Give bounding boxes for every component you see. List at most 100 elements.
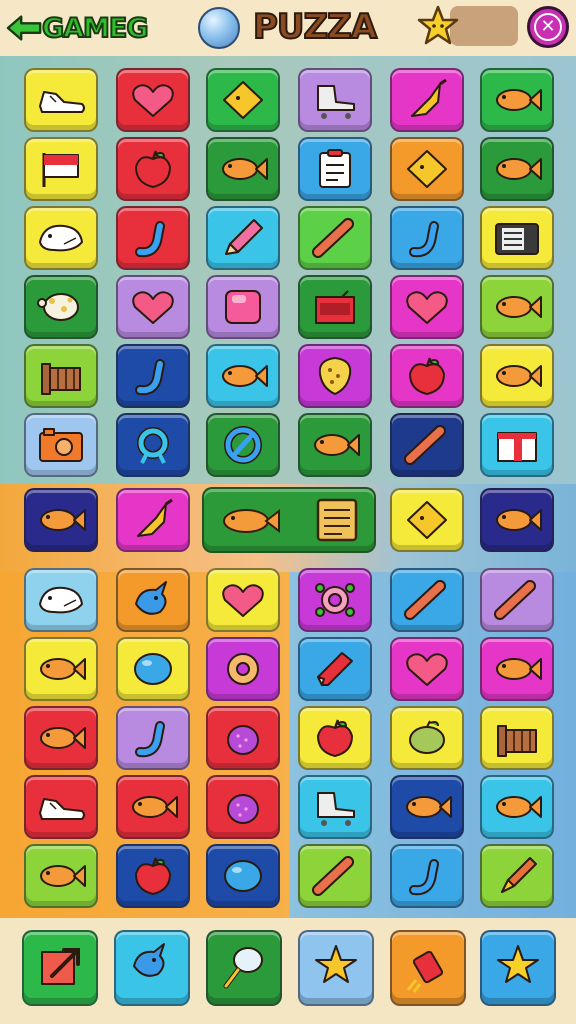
puzzle-tile[interactable] bbox=[298, 637, 372, 701]
puzzle-tile[interactable] bbox=[480, 206, 554, 270]
candy-cane-icon bbox=[409, 221, 439, 258]
toolbar-button[interactable] bbox=[22, 930, 98, 1006]
puzzle-tile[interactable] bbox=[390, 706, 464, 770]
puzzle-tile[interactable] bbox=[480, 844, 554, 908]
star-icon bbox=[497, 945, 539, 983]
whale-icon bbox=[39, 586, 83, 614]
puzzle-tile[interactable] bbox=[480, 275, 554, 339]
puzzle-tile[interactable] bbox=[390, 568, 464, 632]
puzzle-tile[interactable] bbox=[206, 137, 280, 201]
puzzle-tile[interactable] bbox=[480, 637, 554, 701]
paint-tube-icon bbox=[317, 652, 353, 686]
puzzle-tile[interactable] bbox=[390, 137, 464, 201]
close-button[interactable]: ✕ bbox=[527, 6, 569, 48]
toolbar-button[interactable] bbox=[298, 930, 374, 1006]
puzzle-tile[interactable] bbox=[298, 206, 372, 270]
puzzle-tile[interactable] bbox=[116, 844, 190, 908]
sneaker-icon bbox=[39, 798, 85, 820]
puzzle-tile[interactable] bbox=[206, 568, 280, 632]
blob-icon bbox=[224, 860, 262, 892]
puzzle-tile[interactable] bbox=[480, 568, 554, 632]
globe-orb-icon[interactable] bbox=[198, 7, 240, 49]
wide-tile[interactable] bbox=[202, 487, 376, 553]
heart-icon bbox=[222, 584, 264, 617]
puzzle-tile[interactable] bbox=[206, 275, 280, 339]
puzzle-tile[interactable] bbox=[24, 275, 98, 339]
puzzle-tile[interactable] bbox=[24, 137, 98, 201]
puzzle-tile[interactable] bbox=[206, 844, 280, 908]
puzzle-tile[interactable] bbox=[24, 706, 98, 770]
puzzle-tile[interactable] bbox=[298, 137, 372, 201]
puzzle-tile[interactable] bbox=[24, 844, 98, 908]
puzzle-tile[interactable] bbox=[206, 344, 280, 408]
puzzle-tile[interactable] bbox=[298, 413, 372, 477]
back-button[interactable]: GAMEG bbox=[6, 10, 156, 46]
fish-icon bbox=[496, 365, 542, 387]
puzzle-tile[interactable] bbox=[390, 68, 464, 132]
puzzle-tile[interactable] bbox=[206, 775, 280, 839]
puzzle-tile[interactable] bbox=[206, 637, 280, 701]
brand-label: GAMEG bbox=[41, 12, 150, 45]
puzzle-tile[interactable] bbox=[206, 413, 280, 477]
puzzle-tile[interactable] bbox=[116, 488, 190, 552]
puzzle-tile[interactable] bbox=[116, 775, 190, 839]
puzzle-tile[interactable] bbox=[24, 488, 98, 552]
toolbar-button[interactable] bbox=[206, 930, 282, 1006]
puzzle-tile[interactable] bbox=[24, 413, 98, 477]
puzzle-tile[interactable] bbox=[116, 706, 190, 770]
puzzle-tile[interactable] bbox=[480, 68, 554, 132]
puzzle-tile[interactable] bbox=[206, 68, 280, 132]
puzzle-tile[interactable] bbox=[116, 275, 190, 339]
puzzle-tile[interactable] bbox=[480, 137, 554, 201]
puzzle-tile[interactable] bbox=[480, 413, 554, 477]
puzzle-tile[interactable] bbox=[390, 413, 464, 477]
puzzle-tile[interactable] bbox=[298, 275, 372, 339]
puzzle-tile[interactable] bbox=[390, 344, 464, 408]
puzzle-tile[interactable] bbox=[298, 68, 372, 132]
puzzle-tile[interactable] bbox=[24, 68, 98, 132]
ring-icon bbox=[137, 427, 169, 464]
puzzle-tile[interactable] bbox=[298, 568, 372, 632]
puzzle-tile[interactable] bbox=[480, 706, 554, 770]
bird-icon bbox=[135, 581, 167, 615]
puzzle-tile[interactable] bbox=[116, 344, 190, 408]
toolbar-button[interactable] bbox=[480, 930, 556, 1006]
puzzle-tile[interactable] bbox=[390, 488, 464, 552]
puzzle-tile[interactable] bbox=[480, 488, 554, 552]
puzzle-tile[interactable] bbox=[206, 706, 280, 770]
puzzle-tile[interactable] bbox=[206, 206, 280, 270]
toolbar-button[interactable] bbox=[390, 930, 466, 1006]
puzzle-tile[interactable] bbox=[480, 344, 554, 408]
puzzle-tile[interactable] bbox=[298, 775, 372, 839]
puzzle-tile[interactable] bbox=[298, 844, 372, 908]
cog-ring-icon bbox=[315, 583, 355, 617]
stick-icon bbox=[312, 856, 354, 896]
berry-icon bbox=[227, 725, 259, 755]
toolbar-button[interactable] bbox=[114, 930, 190, 1006]
diamond-gem-icon bbox=[407, 150, 447, 188]
puzzle-tile[interactable] bbox=[390, 206, 464, 270]
puzzle-tile[interactable] bbox=[390, 844, 464, 908]
puzzle-tile[interactable] bbox=[116, 637, 190, 701]
puzzle-tile[interactable] bbox=[116, 137, 190, 201]
whale-icon bbox=[39, 224, 83, 252]
puzzle-tile[interactable] bbox=[116, 68, 190, 132]
puzzle-tile[interactable] bbox=[480, 775, 554, 839]
feather-broom-icon bbox=[137, 498, 173, 537]
turtle-icon bbox=[37, 293, 79, 321]
puzzle-tile[interactable] bbox=[390, 275, 464, 339]
blob-icon bbox=[134, 653, 172, 685]
puzzle-tile[interactable] bbox=[116, 568, 190, 632]
puzzle-tile[interactable] bbox=[116, 413, 190, 477]
puzzle-tile[interactable] bbox=[24, 206, 98, 270]
puzzle-tile[interactable] bbox=[24, 637, 98, 701]
puzzle-tile[interactable] bbox=[24, 568, 98, 632]
puzzle-tile[interactable] bbox=[24, 775, 98, 839]
puzzle-tile[interactable] bbox=[116, 206, 190, 270]
puzzle-tile[interactable] bbox=[298, 706, 372, 770]
puzzle-tile[interactable] bbox=[390, 775, 464, 839]
shield-icon bbox=[318, 357, 352, 395]
puzzle-tile[interactable] bbox=[298, 344, 372, 408]
puzzle-tile[interactable] bbox=[390, 637, 464, 701]
puzzle-tile[interactable] bbox=[24, 344, 98, 408]
